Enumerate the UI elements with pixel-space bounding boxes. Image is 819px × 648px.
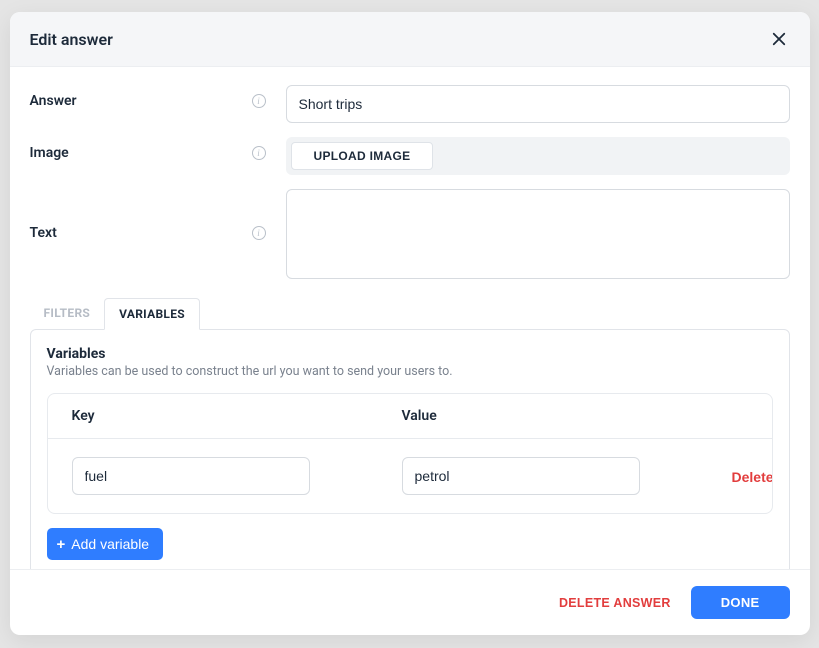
label-text: Text [30,225,57,241]
close-button[interactable] [768,28,790,50]
modal-header: Edit answer [10,12,810,67]
image-upload-bar: UPLOAD IMAGE [286,137,790,175]
variables-table-head: Key Value [48,394,772,439]
modal-title: Edit answer [30,30,113,49]
info-icon[interactable]: i [252,146,266,160]
variables-subtext: Variables can be used to construct the u… [47,364,773,379]
info-icon[interactable]: i [252,226,266,240]
label-image: Image [30,145,69,161]
modal-backdrop: Edit answer Answer i Image [0,0,819,648]
answer-input[interactable] [286,85,790,123]
field-answer: Answer i [30,85,790,123]
modal-footer: DELETE ANSWER DONE [10,569,810,635]
table-row: Delete [48,439,772,513]
add-variable-label: Add variable [71,536,149,552]
add-variable-button[interactable]: + Add variable [47,528,164,560]
column-header-key: Key [72,408,402,424]
column-header-value: Value [402,408,732,424]
field-text: Text i [30,189,790,283]
variables-heading: Variables [47,346,773,362]
close-icon [770,30,788,48]
field-label-image: Image i [30,137,286,161]
field-label-text: Text i [30,189,286,241]
tab-variables[interactable]: VARIABLES [104,298,200,330]
label-answer: Answer [30,93,77,109]
info-icon[interactable]: i [252,94,266,108]
variables-table: Key Value Delete [47,393,773,514]
variable-key-input[interactable] [72,457,310,495]
tab-filters[interactable]: FILTERS [30,298,105,330]
done-button[interactable]: DONE [691,586,790,619]
delete-variable-button[interactable]: Delete [732,469,773,485]
upload-image-button[interactable]: UPLOAD IMAGE [291,142,434,170]
variable-value-input[interactable] [402,457,640,495]
text-input[interactable] [286,189,790,279]
field-image: Image i UPLOAD IMAGE [30,137,790,175]
field-label-answer: Answer i [30,85,286,109]
delete-answer-button[interactable]: DELETE ANSWER [559,596,671,610]
modal-body: Answer i Image i UPLOAD IMAGE [10,67,810,569]
tabs: FILTERS VARIABLES [30,297,790,329]
variables-panel: Variables Variables can be used to const… [30,329,790,569]
edit-answer-modal: Edit answer Answer i Image [10,12,810,635]
plus-icon: + [57,537,66,552]
